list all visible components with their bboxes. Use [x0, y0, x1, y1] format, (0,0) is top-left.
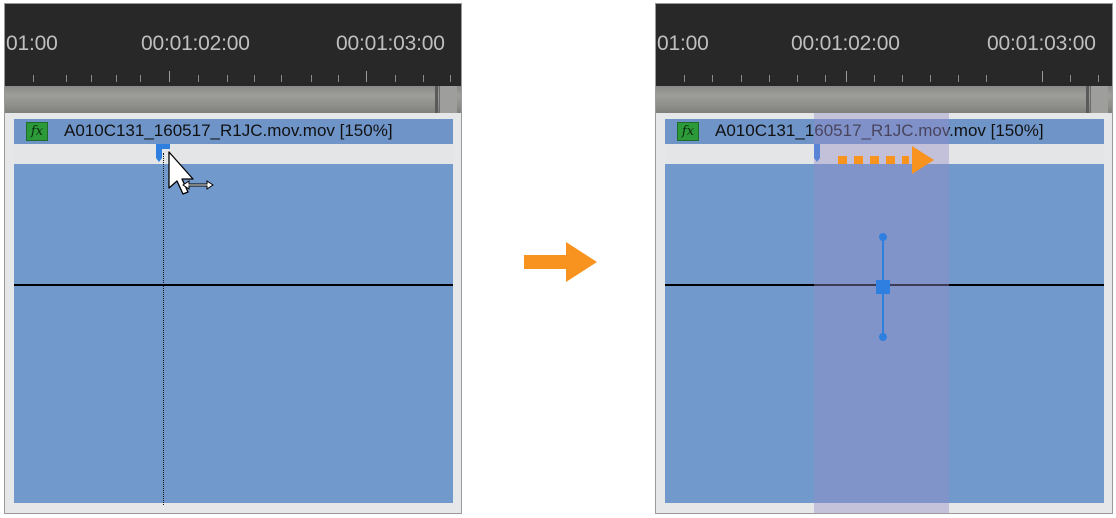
ruler-tick: [423, 75, 424, 82]
transition-arrow-icon: [524, 242, 597, 282]
ruler-tick: [797, 75, 798, 82]
timecode-label: 01:00: [657, 32, 709, 55]
track-center-line: [14, 284, 453, 286]
ruler-tick: [825, 75, 826, 82]
ruler-tick: [741, 75, 742, 82]
timecode-label: 00:01:02:00: [141, 32, 250, 55]
timeline-scrollbar[interactable]: [5, 86, 461, 113]
clip-header: fx A010C131_160517_R1JC.mov.mov [150%]: [14, 119, 453, 144]
ruler-tick: [450, 75, 451, 82]
ruler-tick: [712, 75, 713, 82]
ruler-tick: [395, 75, 396, 82]
ruler-tick: [769, 75, 770, 82]
ruler-tick: [366, 71, 367, 82]
ruler-tick: [986, 75, 987, 82]
scrollbar-end[interactable]: [1090, 86, 1108, 113]
dotted-orange-arrow-icon: [838, 146, 934, 174]
ruler-tick: [1042, 71, 1043, 82]
video-track: fx A010C131_160517_R1JC.mov.mov [150%]: [656, 113, 1112, 513]
timeline-panel-after: 01:00 00:01:02:00 00:01:03:00 fx A010C13…: [655, 3, 1113, 514]
ruler-tick: [311, 75, 312, 82]
ruler-tick: [874, 75, 875, 82]
ruler-tick: [338, 75, 339, 82]
fx-badge-icon[interactable]: fx: [677, 122, 699, 141]
ruler-tick: [91, 75, 92, 82]
ruler-tick: [33, 75, 34, 82]
video-clip[interactable]: fx A010C131_160517_R1JC.mov.mov [150%]: [14, 119, 453, 503]
ruler-tick: [169, 71, 170, 82]
timecode-label: 00:01:02:00: [791, 32, 900, 55]
timeline-panel-before: 01:00 00:01:02:00 00:01:03:00 fx A010C13…: [4, 3, 462, 514]
scrollbar-handle[interactable]: [1086, 86, 1089, 113]
ruler-tick: [140, 75, 141, 82]
video-track: fx A010C131_160517_R1JC.mov.mov [150%]: [5, 113, 461, 513]
scrollbar-handle[interactable]: [435, 86, 438, 113]
ruler-tick: [281, 75, 282, 82]
timeline-scrollbar[interactable]: [656, 86, 1112, 113]
ruler-tick: [930, 75, 931, 82]
ruler-tick: [254, 75, 255, 82]
ruler-tick: [1070, 75, 1071, 82]
timecode-label: 00:01:03:00: [336, 32, 445, 55]
playhead-dotted-line: [163, 153, 164, 505]
timecode-label: 01:00: [6, 32, 58, 55]
ruler-tick: [227, 75, 228, 82]
keyframe-handle-icon[interactable]: [868, 231, 898, 341]
ruler-tick: [958, 75, 959, 82]
ruler-tick: [902, 75, 903, 82]
ruler-tick: [684, 75, 685, 82]
scrollbar-end[interactable]: [439, 86, 457, 113]
fx-badge-icon[interactable]: fx: [26, 122, 48, 141]
ruler-tick: [198, 75, 199, 82]
timecode-label: 00:01:03:00: [987, 32, 1096, 55]
keyframe-bar[interactable]: [14, 144, 453, 164]
ruler-tick: [1098, 75, 1099, 82]
ruler-tick: [116, 75, 117, 82]
time-ruler[interactable]: 01:00 00:01:02:00 00:01:03:00: [5, 4, 461, 86]
ruler-tick: [846, 71, 847, 82]
clip-name: A010C131_160517_R1JC.mov.mov [150%]: [64, 121, 393, 140]
time-ruler[interactable]: 01:00 00:01:02:00 00:01:03:00: [656, 4, 1112, 86]
ruler-tick: [66, 75, 67, 82]
resize-cursor-icon: [168, 151, 214, 195]
